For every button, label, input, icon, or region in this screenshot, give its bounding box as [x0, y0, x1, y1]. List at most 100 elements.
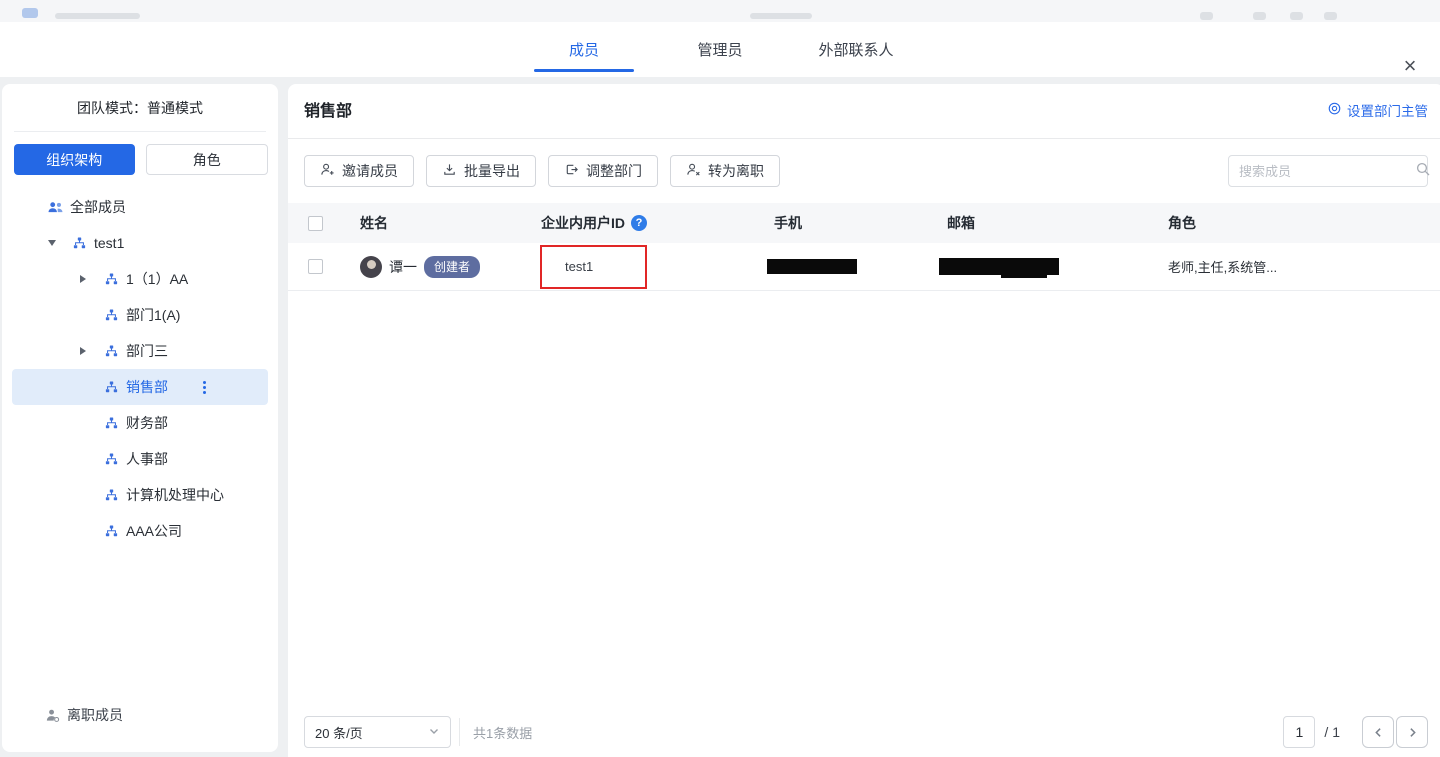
caret-right-icon[interactable]	[80, 347, 102, 355]
divider	[459, 718, 460, 746]
search-input[interactable]	[1239, 164, 1415, 179]
tree-item-dept3[interactable]: 部门三	[12, 333, 268, 369]
column-header-user-id: 企业内用户ID ?	[508, 213, 708, 233]
divider	[14, 131, 266, 132]
caret-right-icon[interactable]	[80, 275, 102, 283]
department-icon	[102, 308, 120, 323]
role-button[interactable]: 角色	[146, 144, 269, 175]
department-icon	[102, 416, 120, 431]
org-tree: 全部成员 test1 1（1）AA 部门1(A)	[2, 189, 278, 549]
row-checkbox[interactable]	[308, 259, 323, 274]
tree-item-computer-center[interactable]: 计算机处理中心	[12, 477, 268, 513]
column-header-user-id-label: 企业内用户ID	[541, 213, 625, 233]
next-page-button[interactable]	[1396, 716, 1428, 748]
column-header-role: 角色	[1102, 213, 1440, 233]
select-all-checkbox[interactable]	[308, 216, 323, 231]
department-panel: 销售部 设置部门主管 邀请成员 批量导出 调整部门 转为离职 姓名	[288, 84, 1440, 757]
tab-admins[interactable]: 管理员	[670, 22, 770, 77]
tree-item-all-members[interactable]: 全部成员	[12, 189, 268, 225]
convert-to-resigned-label: 转为离职	[708, 161, 764, 181]
tree-item-1-1-aa[interactable]: 1（1）AA	[12, 261, 268, 297]
toolbar: 邀请成员 批量导出 调整部门 转为离职	[304, 155, 780, 187]
tab-members[interactable]: 成员	[534, 22, 634, 77]
table-row: 谭一 创建者 test1 老师,主任,系统管...	[288, 243, 1440, 291]
column-header-name: 姓名	[336, 213, 508, 233]
batch-export-label: 批量导出	[464, 161, 520, 181]
tree-item-dept1[interactable]: 部门1(A)	[12, 297, 268, 333]
resigned-person-icon	[43, 708, 61, 723]
more-options-icon[interactable]	[203, 381, 206, 394]
page-number-input[interactable]	[1283, 716, 1315, 748]
divider	[288, 138, 1440, 139]
invite-member-label: 邀请成员	[342, 161, 398, 181]
tree-item-label: 1（1）AA	[126, 269, 188, 289]
total-count-label: 共1条数据	[473, 723, 532, 742]
caret-down-icon[interactable]	[48, 240, 70, 246]
resigned-members-label: 离职成员	[67, 705, 123, 725]
phone-redaction-bar	[767, 259, 857, 274]
invite-member-button[interactable]: 邀请成员	[304, 155, 414, 187]
set-department-leader-label: 设置部门主管	[1347, 100, 1428, 120]
convert-to-resigned-button[interactable]: 转为离职	[670, 155, 780, 187]
tab-external-contacts[interactable]: 外部联系人	[806, 22, 906, 77]
close-icon[interactable]: ×	[1396, 52, 1424, 80]
tree-item-label: 部门1(A)	[126, 305, 180, 325]
tree-item-label: 部门三	[126, 341, 168, 361]
total-pages-label: / 1	[1324, 724, 1340, 740]
department-icon	[102, 452, 120, 467]
creator-badge: 创建者	[424, 256, 480, 278]
tree-item-test1[interactable]: test1	[12, 225, 268, 261]
department-icon	[102, 344, 120, 359]
background-text-remnant	[55, 13, 140, 19]
background-logo-remnant	[22, 8, 38, 18]
background-icon-remnant	[1200, 12, 1213, 20]
people-group-icon	[46, 201, 64, 214]
department-icon	[102, 524, 120, 539]
move-out-icon	[564, 162, 579, 180]
tree-item-sales-selected[interactable]: 销售部	[12, 369, 268, 405]
annotation-highlight-box	[540, 245, 647, 289]
table-header: 姓名 企业内用户ID ? 手机 邮箱 角色	[288, 203, 1440, 243]
department-icon	[102, 380, 120, 395]
tree-item-finance[interactable]: 财务部	[12, 405, 268, 441]
batch-export-button[interactable]: 批量导出	[426, 155, 536, 187]
org-sidebar: 团队模式：普通模式 组织架构 角色 全部成员 test1 1（1）AA	[2, 84, 278, 752]
phone-cell	[708, 259, 880, 274]
obscured-background-bar	[0, 0, 1440, 22]
department-icon	[102, 488, 120, 503]
tree-item-label: 全部成员	[70, 197, 126, 217]
email-redaction-bar	[1001, 274, 1047, 278]
target-icon	[1327, 101, 1342, 119]
previous-page-button[interactable]	[1362, 716, 1394, 748]
person-add-icon	[320, 162, 335, 180]
pagination-bar: 20 条/页 共1条数据 / 1	[304, 716, 1428, 748]
org-structure-button[interactable]: 组织架构	[14, 144, 135, 175]
tree-item-label: AAA公司	[126, 521, 182, 541]
tree-item-aaa-company[interactable]: AAA公司	[12, 513, 268, 549]
page-size-select[interactable]: 20 条/页	[304, 716, 451, 748]
help-icon[interactable]: ?	[631, 215, 647, 231]
resigned-members-item[interactable]: 离职成员	[12, 697, 268, 733]
person-remove-icon	[686, 162, 701, 180]
adjust-department-button[interactable]: 调整部门	[548, 155, 658, 187]
background-icon-remnant	[1253, 12, 1266, 20]
member-name: 谭一	[389, 257, 417, 277]
search-icon[interactable]	[1415, 161, 1431, 182]
email-redaction-bar	[939, 258, 1059, 275]
email-cell	[880, 258, 1102, 276]
set-department-leader-link[interactable]: 设置部门主管	[1327, 100, 1428, 120]
background-text-remnant	[750, 13, 812, 19]
department-icon	[102, 272, 120, 287]
sidebar-toggle: 组织架构 角色	[14, 144, 268, 175]
tree-item-hr[interactable]: 人事部	[12, 441, 268, 477]
column-header-email: 邮箱	[880, 213, 1102, 233]
role-cell: 老师,主任,系统管...	[1102, 257, 1440, 276]
department-icon	[70, 236, 88, 251]
tree-item-label: 财务部	[126, 413, 168, 433]
tree-item-label: 销售部	[126, 377, 168, 397]
column-header-phone: 手机	[708, 213, 880, 233]
team-mode-label: 团队模式：普通模式	[2, 84, 278, 118]
background-icon-remnant	[1324, 12, 1337, 20]
page-size-value: 20 条/页	[315, 723, 428, 742]
tab-bar: 成员 管理员 外部联系人	[534, 22, 906, 77]
